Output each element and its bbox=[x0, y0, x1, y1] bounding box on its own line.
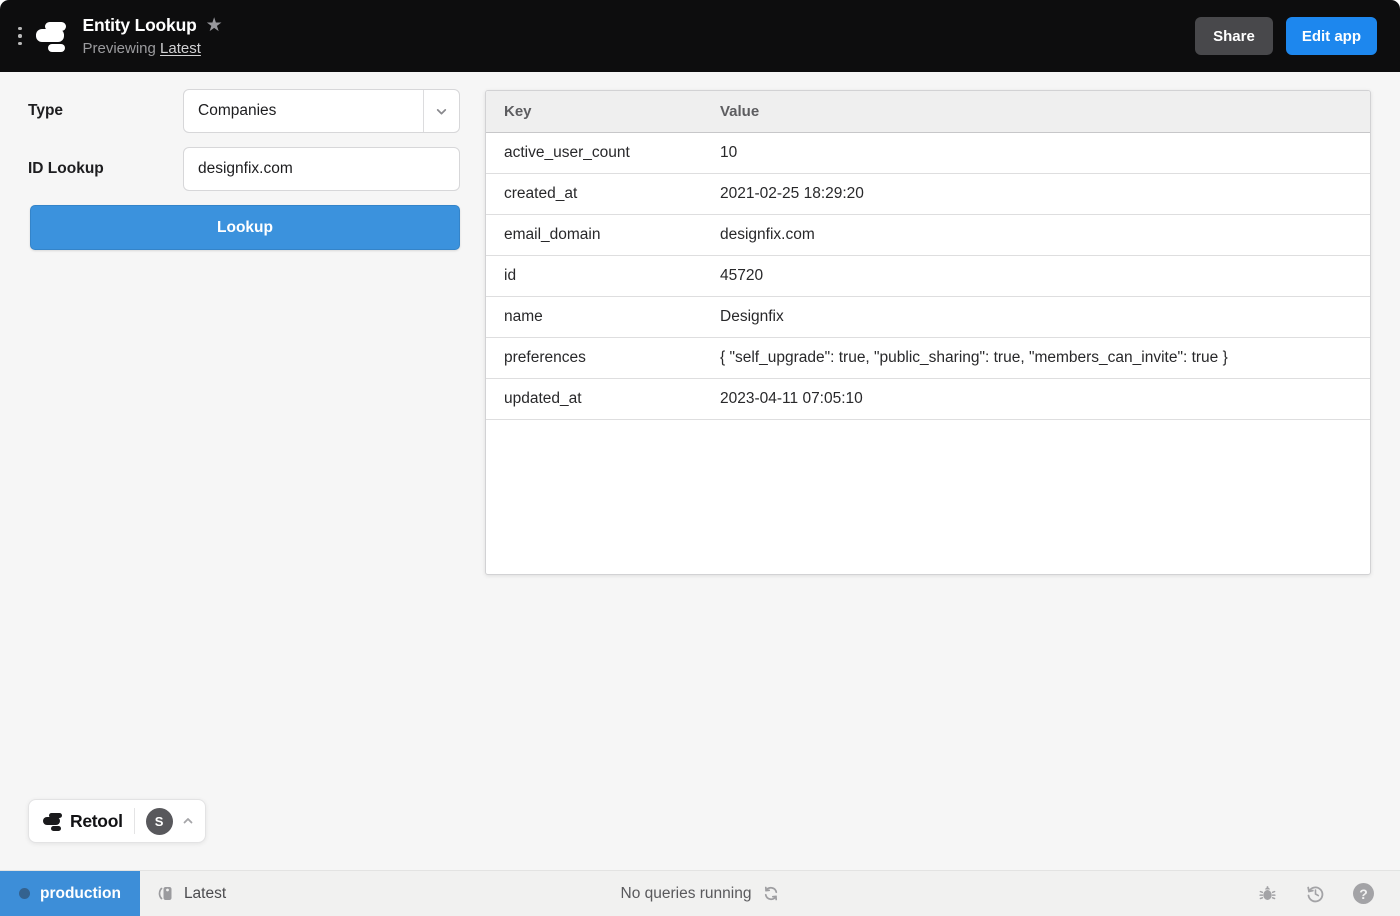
debug-bug-icon[interactable] bbox=[1257, 883, 1278, 904]
statusbar-icons: ? bbox=[1257, 883, 1400, 904]
top-bar: Entity Lookup ★ Previewing Latest Share … bbox=[0, 0, 1400, 72]
previewing-line: Previewing Latest bbox=[83, 40, 223, 57]
environment-label: production bbox=[40, 885, 121, 903]
table-row[interactable]: active_user_count 10 bbox=[486, 132, 1370, 173]
page-title: Entity Lookup bbox=[83, 15, 197, 36]
share-button[interactable]: Share bbox=[1195, 17, 1273, 55]
kv-key: active_user_count bbox=[486, 132, 702, 173]
table-header-row: Key Value bbox=[486, 91, 1370, 132]
favorite-star-icon[interactable]: ★ bbox=[206, 16, 223, 35]
table-row[interactable]: email_domain designfix.com bbox=[486, 214, 1370, 255]
type-label: Type bbox=[28, 102, 183, 120]
kv-value: { "self_upgrade": true, "public_sharing"… bbox=[702, 337, 1370, 378]
topbar-actions: Share Edit app bbox=[1195, 17, 1377, 55]
column-header-value: Value bbox=[702, 91, 1370, 132]
query-status-text: No queries running bbox=[621, 885, 752, 903]
type-select[interactable]: Companies bbox=[183, 89, 460, 133]
kv-value: designfix.com bbox=[702, 214, 1370, 255]
id-lookup-field-row: ID Lookup bbox=[28, 147, 460, 191]
previewing-label: Previewing bbox=[83, 40, 156, 57]
key-value-table: Key Value active_user_count 10 created_a… bbox=[485, 90, 1371, 575]
type-field-row: Type Companies bbox=[28, 89, 460, 133]
id-lookup-input[interactable] bbox=[183, 147, 460, 191]
app-canvas: Type Companies ID Lookup Lookup Key Valu… bbox=[0, 72, 1400, 870]
kv-value: 2021-02-25 18:29:20 bbox=[702, 173, 1370, 214]
status-bar: production Latest No queries running bbox=[0, 870, 1400, 916]
environment-selector[interactable]: production bbox=[0, 871, 140, 916]
chevron-up-icon[interactable] bbox=[181, 814, 195, 828]
kebab-menu-icon[interactable] bbox=[14, 21, 26, 52]
kv-key: updated_at bbox=[486, 378, 702, 419]
retool-app-viewer: Entity Lookup ★ Previewing Latest Share … bbox=[0, 0, 1400, 916]
kv-value: 2023-04-11 07:05:10 bbox=[702, 378, 1370, 419]
kv-value: 45720 bbox=[702, 255, 1370, 296]
query-status: No queries running bbox=[621, 885, 780, 903]
release-version-selector[interactable]: Latest bbox=[157, 884, 226, 903]
table-row[interactable]: preferences { "self_upgrade": true, "pub… bbox=[486, 337, 1370, 378]
table-row[interactable]: name Designfix bbox=[486, 296, 1370, 337]
avatar[interactable]: S bbox=[146, 808, 173, 835]
environment-dot-icon bbox=[19, 888, 30, 899]
title-block: Entity Lookup ★ Previewing Latest bbox=[83, 15, 223, 57]
tag-icon bbox=[157, 884, 176, 903]
lookup-button[interactable]: Lookup bbox=[30, 205, 460, 250]
refresh-icon[interactable] bbox=[762, 885, 779, 902]
kv-table-body: active_user_count 10 created_at 2021-02-… bbox=[486, 132, 1370, 419]
history-icon[interactable] bbox=[1305, 883, 1326, 904]
kv-key: created_at bbox=[486, 173, 702, 214]
chevron-down-icon[interactable] bbox=[423, 90, 459, 132]
kv-value: 10 bbox=[702, 132, 1370, 173]
table-row[interactable]: created_at 2021-02-25 18:29:20 bbox=[486, 173, 1370, 214]
kv-key: email_domain bbox=[486, 214, 702, 255]
column-header-key: Key bbox=[486, 91, 702, 132]
help-icon[interactable]: ? bbox=[1353, 883, 1374, 904]
retool-logo-icon bbox=[36, 20, 68, 52]
kv-key: name bbox=[486, 296, 702, 337]
id-lookup-label: ID Lookup bbox=[28, 160, 183, 178]
edit-app-button[interactable]: Edit app bbox=[1286, 17, 1377, 55]
kv-key: id bbox=[486, 255, 702, 296]
retool-wordmark: Retool bbox=[70, 811, 123, 832]
table-row[interactable]: updated_at 2023-04-11 07:05:10 bbox=[486, 378, 1370, 419]
type-select-value: Companies bbox=[184, 90, 423, 132]
badge-divider bbox=[134, 808, 135, 834]
kv-value: Designfix bbox=[702, 296, 1370, 337]
retool-branding-badge[interactable]: Retool S bbox=[28, 799, 206, 843]
kv-key: preferences bbox=[486, 337, 702, 378]
release-version-label: Latest bbox=[184, 885, 226, 903]
table-row[interactable]: id 45720 bbox=[486, 255, 1370, 296]
retool-logo-icon bbox=[43, 812, 63, 831]
previewing-version-link[interactable]: Latest bbox=[160, 40, 201, 57]
